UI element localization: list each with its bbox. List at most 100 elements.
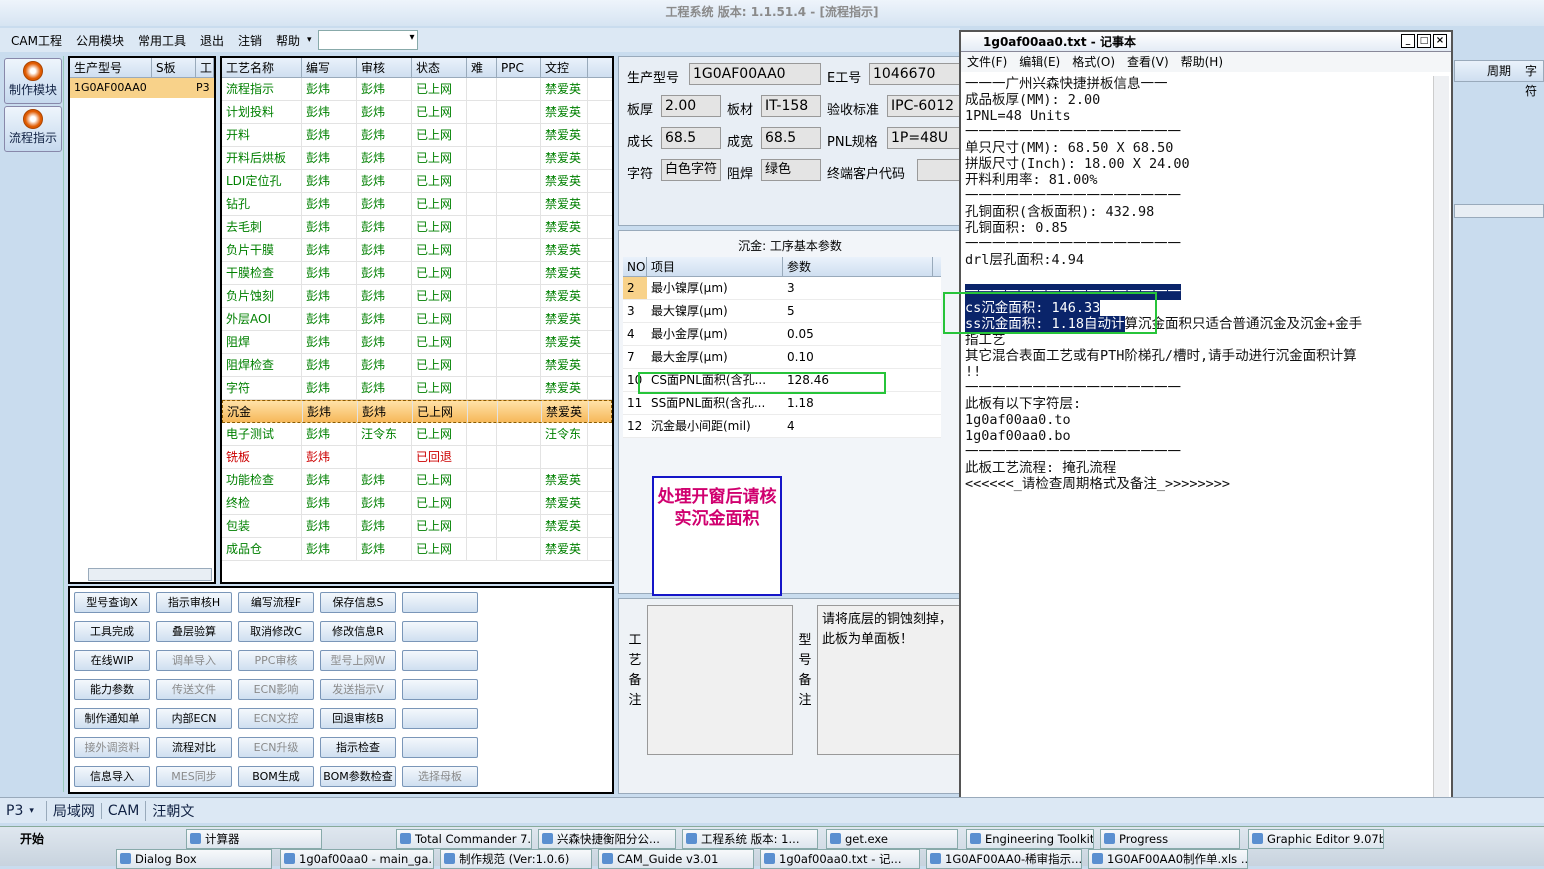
product-hscrollbar[interactable] [88, 568, 212, 581]
param-row[interactable]: 11 SS面PNL面积(含孔... 1.18 [623, 392, 941, 415]
action-button[interactable]: 传送文件 [156, 679, 232, 700]
param-row[interactable]: 2 最小镍厚(μm) 3 [623, 277, 941, 300]
flow-row[interactable]: 负片蚀刻 彭炜 彭炜 已上网 禁爱英 [222, 285, 612, 308]
flow-row[interactable]: 开料 彭炜 彭炜 已上网 禁爱英 [222, 124, 612, 147]
flow-row[interactable]: 开料后烘板 彭炜 彭炜 已上网 禁爱英 [222, 147, 612, 170]
taskbar-item[interactable]: 工程系统 版本: 1... [682, 829, 818, 849]
action-button[interactable]: 在线WIP [74, 650, 150, 671]
menu-public[interactable]: 公用模块 [69, 32, 131, 49]
action-button[interactable] [402, 679, 478, 700]
notepad-text-area[interactable]: 一一一广州兴森快捷拼板信息一一 成品板厚(MM): 2.00 1PNL=48 U… [965, 76, 1435, 492]
flow-row[interactable]: LDI定位孔 彭炜 彭炜 已上网 禁爱英 [222, 170, 612, 193]
col-reviewer[interactable]: 审核 [357, 58, 412, 77]
param-col-item[interactable]: 项目 [647, 257, 783, 276]
menu-tools[interactable]: 常用工具 [131, 32, 193, 49]
action-button[interactable]: 编写流程F [238, 592, 314, 613]
menu-exit[interactable]: 退出 [193, 32, 231, 49]
taskbar-item[interactable]: 计算器 [186, 829, 322, 849]
taskbar-item[interactable]: get.exe [826, 829, 958, 849]
action-button[interactable]: ECN影响 [238, 679, 314, 700]
action-button[interactable]: 型号上网W [320, 650, 396, 671]
taskbar-item[interactable]: 1g0af00aa0 - main_ga... [280, 849, 434, 869]
help-dropdown-icon[interactable]: ▾ [307, 35, 312, 45]
make-module-button[interactable]: 制作模块 [4, 58, 62, 104]
taskbar-item[interactable]: 1G0AF00AA0制作单.xls ... [1088, 849, 1248, 869]
taskbar-item[interactable]: 1G0AF00AA0-稀审指示... [926, 849, 1082, 869]
taskbar-item[interactable]: 制作规范 (Ver:1.0.6) [440, 849, 592, 869]
taskbar-item[interactable]: Dialog Box [116, 849, 272, 869]
action-button[interactable]: 内部ECN [156, 708, 232, 729]
action-button[interactable]: 指示检查 [320, 737, 396, 758]
model-remark-box[interactable]: 请将底层的铜蚀刻掉，此板为单面板！ [817, 605, 961, 755]
np-menu-view[interactable]: 查看(V) [1127, 52, 1169, 72]
action-button[interactable] [402, 650, 478, 671]
action-button[interactable]: 接外调资料 [74, 737, 150, 758]
col-w[interactable]: 工 [196, 58, 214, 77]
flow-row[interactable]: 沉金 彭炜 彭炜 已上网 禁爱英 [222, 400, 612, 423]
taskbar-item[interactable]: Graphic Editor 9.07b... [1248, 829, 1384, 849]
action-button[interactable]: 选择母板 [402, 766, 478, 787]
right-grid-scrollbar[interactable] [1454, 204, 1544, 218]
minimize-icon[interactable]: _ [1401, 34, 1415, 48]
col-process[interactable]: 工艺名称 [222, 58, 302, 77]
flow-row[interactable]: 字符 彭炜 彭炜 已上网 禁爱英 [222, 377, 612, 400]
param-row[interactable]: 12 沉金最小间距(mil) 4 [623, 415, 941, 438]
action-button[interactable]: 回退审核B [320, 708, 396, 729]
taskbar-item[interactable]: CAM_Guide v3.01 [598, 849, 754, 869]
action-button[interactable]: BOM参数检查 [320, 766, 396, 787]
menu-help[interactable]: 帮助 [269, 32, 307, 49]
action-button[interactable]: 修改信息R [320, 621, 396, 642]
flow-row[interactable]: 电子测试 彭炜 汪令东 已上网 汪令东 [222, 423, 612, 446]
col-ppc[interactable]: PPC [497, 58, 541, 77]
np-menu-file[interactable]: 文件(F) [967, 52, 1007, 72]
flow-row[interactable]: 钻孔 彭炜 彭炜 已上网 禁爱英 [222, 193, 612, 216]
action-button[interactable]: 取消修改C [238, 621, 314, 642]
flow-row[interactable]: 去毛刺 彭炜 彭炜 已上网 禁爱英 [222, 216, 612, 239]
taskbar-item[interactable]: 1g0af00aa0.txt - 记... [760, 849, 920, 869]
action-button[interactable]: 工具完成 [74, 621, 150, 642]
col-model[interactable]: 生产型号 [70, 58, 152, 77]
product-row[interactable]: 1G0AF00AA0 P3 [70, 78, 214, 98]
np-menu-format[interactable]: 格式(O) [1072, 52, 1115, 72]
action-button[interactable]: 指示审核H [156, 592, 232, 613]
status-dropdown-icon[interactable]: ▾ [29, 806, 34, 816]
flow-row[interactable]: 外层AOI 彭炜 彭炜 已上网 禁爱英 [222, 308, 612, 331]
flow-row[interactable]: 终检 彭炜 彭炜 已上网 禁爱英 [222, 492, 612, 515]
flow-row[interactable]: 干膜检查 彭炜 彭炜 已上网 禁爱英 [222, 262, 612, 285]
flow-row[interactable]: 包装 彭炜 彭炜 已上网 禁爱英 [222, 515, 612, 538]
menu-combo-box[interactable] [317, 30, 418, 50]
action-button[interactable]: 能力参数 [74, 679, 150, 700]
action-button[interactable] [402, 592, 478, 613]
action-button[interactable] [402, 708, 478, 729]
flow-row[interactable]: 流程指示 彭炜 彭炜 已上网 禁爱英 [222, 78, 612, 101]
action-button[interactable]: 流程对比 [156, 737, 232, 758]
action-button[interactable]: 型号查询X [74, 592, 150, 613]
col-period[interactable]: 周期 [1487, 61, 1511, 81]
np-menu-help[interactable]: 帮助(H) [1181, 52, 1223, 72]
flow-row[interactable]: 阻焊检查 彭炜 彭炜 已上网 禁爱英 [222, 354, 612, 377]
np-menu-edit[interactable]: 编辑(E) [1019, 52, 1060, 72]
action-button[interactable]: PPC审核 [238, 650, 314, 671]
param-row[interactable]: 3 最大镍厚(μm) 5 [623, 300, 941, 323]
start-button[interactable]: 开始 [2, 829, 50, 849]
flow-row[interactable]: 计划投料 彭炜 彭炜 已上网 禁爱英 [222, 101, 612, 124]
status-p3[interactable]: P3 [6, 803, 23, 819]
flow-row[interactable]: 铣板 彭炜 已回退 [222, 446, 612, 469]
col-status[interactable]: 状态 [412, 58, 467, 77]
notepad-vscrollbar[interactable] [1433, 76, 1449, 800]
param-row[interactable]: 4 最小金厚(μm) 0.05 [623, 323, 941, 346]
col-writer[interactable]: 编写 [302, 58, 357, 77]
proc-remark-box[interactable] [647, 605, 793, 755]
close-icon[interactable]: × [1433, 34, 1447, 48]
maximize-icon[interactable]: □ [1417, 34, 1431, 48]
param-row[interactable]: 7 最大金厚(μm) 0.10 [623, 346, 941, 369]
action-button[interactable]: 叠层验算 [156, 621, 232, 642]
menu-cam[interactable]: CAM工程 [4, 32, 69, 49]
taskbar-item[interactable]: Total Commander 7.... [396, 829, 532, 849]
col-s[interactable]: S板 [152, 58, 196, 77]
action-button[interactable] [402, 621, 478, 642]
flow-row[interactable]: 功能检查 彭炜 彭炜 已上网 禁爱英 [222, 469, 612, 492]
taskbar-item[interactable]: 兴森快捷衡阳分公... [538, 829, 676, 849]
action-button[interactable]: MES同步 [156, 766, 232, 787]
action-button[interactable]: ECN文控 [238, 708, 314, 729]
